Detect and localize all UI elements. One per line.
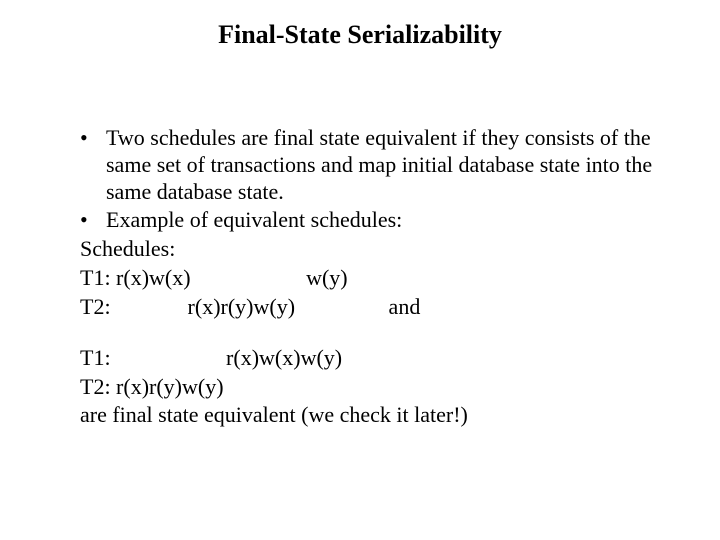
schedules-label: Schedules: bbox=[80, 236, 680, 263]
schedule2-t1: T1: r(x)w(x)w(y) bbox=[80, 345, 680, 372]
bullet-definition: Two schedules are final state equivalent… bbox=[80, 125, 680, 205]
schedule2-t2: T2: r(x)r(y)w(y) bbox=[80, 374, 680, 401]
schedule1-t2: T2: r(x)r(y)w(y) and bbox=[80, 294, 680, 321]
bullet-example-intro: Example of equivalent schedules: bbox=[80, 207, 680, 234]
spacer bbox=[80, 323, 680, 345]
slide-body: Two schedules are final state equivalent… bbox=[80, 125, 680, 431]
slide-title: Final-State Serializability bbox=[0, 20, 720, 50]
closing-line: are final state equivalent (we check it … bbox=[80, 402, 680, 429]
schedule1-t1: T1: r(x)w(x) w(y) bbox=[80, 265, 680, 292]
slide: Final-State Serializability Two schedule… bbox=[0, 0, 720, 540]
